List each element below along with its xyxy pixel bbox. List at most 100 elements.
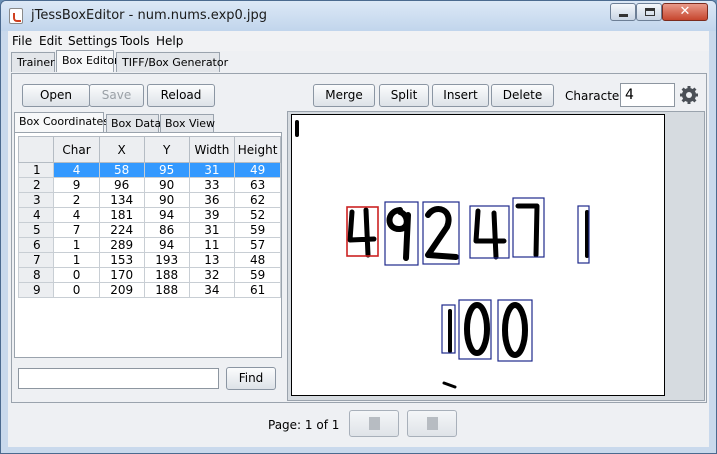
- client-area: File Edit Settings Tools Help Trainer Bo…: [8, 31, 709, 447]
- height-cell[interactable]: 61: [234, 282, 281, 298]
- menu-edit[interactable]: Edit: [39, 34, 62, 48]
- column-header-width[interactable]: Width: [188, 136, 236, 163]
- column-header-height[interactable]: Height: [234, 136, 281, 163]
- height-cell[interactable]: 49: [234, 162, 281, 178]
- char-cell[interactable]: 7: [53, 222, 100, 238]
- x-cell[interactable]: 224: [98, 222, 145, 238]
- column-header-x[interactable]: X: [98, 136, 145, 163]
- menu-tools[interactable]: Tools: [120, 34, 150, 48]
- y-cell[interactable]: 86: [143, 222, 190, 238]
- menu-file[interactable]: File: [12, 34, 32, 48]
- table-row[interactable]: 6 1 289 94 11 57: [17, 237, 281, 253]
- y-cell[interactable]: 94: [143, 207, 190, 223]
- y-cell[interactable]: 95: [143, 162, 190, 178]
- y-cell[interactable]: 90: [143, 177, 190, 193]
- tab-tiff-box-generator[interactable]: TIFF/Box Generator: [116, 52, 228, 72]
- height-cell[interactable]: 59: [234, 267, 281, 283]
- table-row[interactable]: 2 9 96 90 33 63: [17, 177, 281, 193]
- tab-trainer[interactable]: Trainer: [11, 52, 55, 72]
- merge-button[interactable]: Merge: [313, 84, 375, 107]
- y-cell[interactable]: 90: [143, 192, 190, 208]
- image-canvas[interactable]: [291, 114, 665, 396]
- row-number-cell[interactable]: 7: [17, 252, 55, 268]
- char-cell[interactable]: 0: [53, 282, 100, 298]
- x-cell[interactable]: 96: [98, 177, 145, 193]
- width-cell[interactable]: 34: [188, 282, 236, 298]
- close-button[interactable]: ✕: [662, 3, 708, 21]
- height-cell[interactable]: 48: [234, 252, 281, 268]
- image-view-pane: [287, 111, 705, 401]
- split-button[interactable]: Split: [379, 84, 429, 107]
- x-cell[interactable]: 170: [98, 267, 145, 283]
- x-cell[interactable]: 153: [98, 252, 145, 268]
- tab-box-data[interactable]: Box Data: [106, 114, 161, 133]
- table-row[interactable]: 8 0 170 188 32 59: [17, 267, 281, 283]
- table-row[interactable]: 3 2 134 90 36 62: [17, 192, 281, 208]
- width-cell[interactable]: 36: [188, 192, 236, 208]
- tab-box-coordinates[interactable]: Box Coordinates: [14, 112, 109, 133]
- width-cell[interactable]: 11: [188, 237, 236, 253]
- row-number-cell[interactable]: 1: [17, 162, 55, 178]
- char-cell[interactable]: 2: [53, 192, 100, 208]
- table-row[interactable]: 4 4 181 94 39 52: [17, 207, 281, 223]
- title-bar[interactable]: jTessBoxEditor - num.nums.exp0.jpg ✕: [1, 1, 716, 31]
- row-number-cell[interactable]: 3: [17, 192, 55, 208]
- reload-button[interactable]: Reload: [147, 84, 215, 107]
- y-cell[interactable]: 188: [143, 267, 190, 283]
- char-cell[interactable]: 9: [53, 177, 100, 193]
- row-number-cell[interactable]: 2: [17, 177, 55, 193]
- row-number-cell[interactable]: 4: [17, 207, 55, 223]
- width-cell[interactable]: 31: [188, 222, 236, 238]
- menu-settings[interactable]: Settings: [68, 34, 117, 48]
- x-cell[interactable]: 289: [98, 237, 145, 253]
- row-number-cell[interactable]: 5: [17, 222, 55, 238]
- tab-box-editor[interactable]: Box Editor: [56, 50, 119, 72]
- x-cell[interactable]: 181: [98, 207, 145, 223]
- row-number-cell[interactable]: 6: [17, 237, 55, 253]
- width-cell[interactable]: 39: [188, 207, 236, 223]
- gear-icon[interactable]: [679, 85, 699, 105]
- height-cell[interactable]: 62: [234, 192, 281, 208]
- maximize-button[interactable]: [636, 3, 662, 21]
- height-cell[interactable]: 59: [234, 222, 281, 238]
- row-number-cell[interactable]: 8: [17, 267, 55, 283]
- open-button[interactable]: Open: [22, 84, 90, 107]
- save-button[interactable]: Save: [89, 84, 144, 107]
- minimize-button[interactable]: [610, 3, 636, 21]
- x-cell[interactable]: 58: [98, 162, 145, 178]
- height-cell[interactable]: 52: [234, 207, 281, 223]
- character-label: Character: [565, 89, 625, 103]
- character-input[interactable]: [620, 83, 675, 107]
- y-cell[interactable]: 188: [143, 282, 190, 298]
- height-cell[interactable]: 63: [234, 177, 281, 193]
- height-cell[interactable]: 57: [234, 237, 281, 253]
- column-header-char[interactable]: Char: [53, 136, 100, 163]
- char-cell[interactable]: 1: [53, 237, 100, 253]
- next-page-button[interactable]: [407, 410, 457, 437]
- char-cell[interactable]: 0: [53, 267, 100, 283]
- prev-page-button[interactable]: [349, 410, 399, 437]
- menu-help[interactable]: Help: [156, 34, 183, 48]
- width-cell[interactable]: 33: [188, 177, 236, 193]
- x-cell[interactable]: 134: [98, 192, 145, 208]
- column-header-y[interactable]: Y: [143, 136, 190, 163]
- y-cell[interactable]: 193: [143, 252, 190, 268]
- table-row[interactable]: 5 7 224 86 31 59: [17, 222, 281, 238]
- insert-button[interactable]: Insert: [432, 84, 489, 107]
- table-row[interactable]: 7 1 153 193 13 48: [17, 252, 281, 268]
- width-cell[interactable]: 31: [188, 162, 236, 178]
- delete-button[interactable]: Delete: [491, 84, 554, 107]
- table-row[interactable]: 1 4 58 95 31 49: [17, 162, 281, 178]
- char-cell[interactable]: 4: [53, 207, 100, 223]
- tab-box-view[interactable]: Box View: [160, 114, 215, 133]
- width-cell[interactable]: 13: [188, 252, 236, 268]
- y-cell[interactable]: 94: [143, 237, 190, 253]
- find-button[interactable]: Find: [226, 367, 276, 390]
- width-cell[interactable]: 32: [188, 267, 236, 283]
- x-cell[interactable]: 209: [98, 282, 145, 298]
- row-number-cell[interactable]: 9: [17, 282, 55, 298]
- char-cell[interactable]: 1: [53, 252, 100, 268]
- find-input[interactable]: [18, 368, 219, 389]
- char-cell[interactable]: 4: [53, 162, 100, 178]
- table-row[interactable]: 9 0 209 188 34 61: [17, 282, 281, 298]
